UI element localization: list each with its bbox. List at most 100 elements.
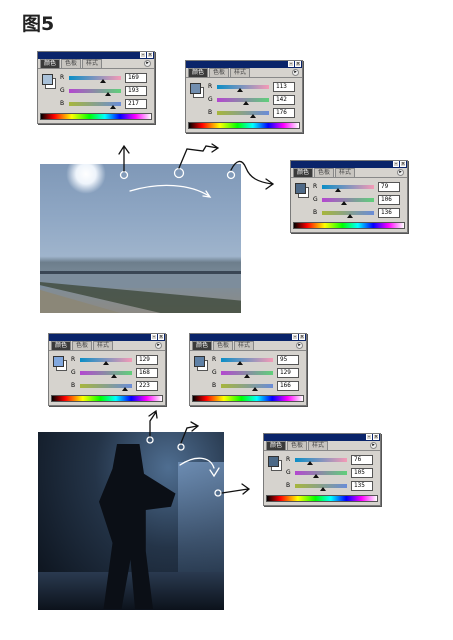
tab-swatches[interactable]: 色板 [72, 341, 93, 350]
color-panel[interactable]: – × 颜色 色板 样式 ▸ R 79 G 106 B 136 [290, 160, 408, 233]
foreground-swatch[interactable] [190, 83, 201, 94]
channel-slider-g[interactable] [322, 198, 374, 202]
close-icon[interactable]: × [295, 61, 301, 67]
color-panel[interactable]: – × 颜色 色板 样式 ▸ R 76 G 105 B 135 [263, 433, 381, 506]
panel-menu-icon[interactable]: ▸ [292, 69, 299, 76]
channel-slider-b[interactable] [221, 384, 273, 388]
slider-thumb-g[interactable] [111, 374, 117, 378]
panel-titlebar[interactable]: – × [190, 334, 306, 341]
slider-thumb-b[interactable] [250, 114, 256, 118]
slider-thumb-r[interactable] [335, 188, 341, 192]
minimize-icon[interactable]: – [366, 434, 372, 440]
channel-slider-g[interactable] [69, 89, 121, 93]
foreground-swatch[interactable] [53, 356, 64, 367]
channel-slider-r[interactable] [69, 76, 121, 80]
slider-thumb-g[interactable] [313, 474, 319, 478]
panel-titlebar[interactable]: – × [49, 334, 165, 341]
channel-value-g[interactable]: 193 [125, 86, 147, 96]
channel-slider-g[interactable] [80, 371, 132, 375]
tab-swatches[interactable]: 色板 [209, 68, 230, 77]
channel-value-r[interactable]: 95 [277, 355, 299, 365]
channel-value-r[interactable]: 113 [273, 82, 295, 92]
channel-value-b[interactable]: 223 [136, 381, 158, 391]
panel-titlebar[interactable]: – × [186, 61, 302, 68]
color-spectrum-bar[interactable] [293, 222, 405, 229]
close-icon[interactable]: × [373, 434, 379, 440]
foreground-swatch[interactable] [194, 356, 205, 367]
color-panel[interactable]: – × 颜色 色板 样式 ▸ R 169 G 193 B 217 [37, 51, 155, 124]
channel-slider-b[interactable] [217, 111, 269, 115]
slider-thumb-b[interactable] [347, 214, 353, 218]
channel-value-b[interactable]: 135 [351, 481, 373, 491]
tab-color[interactable]: 颜色 [266, 441, 287, 450]
panel-titlebar[interactable]: – × [38, 52, 154, 59]
panel-titlebar[interactable]: – × [291, 161, 407, 168]
color-spectrum-bar[interactable] [192, 395, 304, 402]
channel-value-b[interactable]: 217 [125, 99, 147, 109]
minimize-icon[interactable]: – [151, 334, 157, 340]
channel-slider-g[interactable] [295, 471, 347, 475]
channel-value-g[interactable]: 106 [378, 195, 400, 205]
slider-thumb-g[interactable] [341, 201, 347, 205]
panel-menu-icon[interactable]: ▸ [296, 342, 303, 349]
tab-color[interactable]: 颜色 [293, 168, 314, 177]
close-icon[interactable]: × [158, 334, 164, 340]
slider-thumb-g[interactable] [105, 92, 111, 96]
close-icon[interactable]: × [400, 161, 406, 167]
tab-styles[interactable]: 样式 [82, 59, 103, 68]
channel-value-r[interactable]: 169 [125, 73, 147, 83]
channel-slider-r[interactable] [295, 458, 347, 462]
panel-menu-icon[interactable]: ▸ [144, 60, 151, 67]
color-spectrum-bar[interactable] [51, 395, 163, 402]
close-icon[interactable]: × [299, 334, 305, 340]
tab-styles[interactable]: 样式 [308, 441, 329, 450]
color-spectrum-bar[interactable] [266, 495, 378, 502]
channel-value-b[interactable]: 176 [273, 108, 295, 118]
slider-thumb-g[interactable] [244, 374, 250, 378]
panel-menu-icon[interactable]: ▸ [370, 442, 377, 449]
channel-value-b[interactable]: 136 [378, 208, 400, 218]
slider-thumb-r[interactable] [237, 88, 243, 92]
tab-color[interactable]: 颜色 [40, 59, 61, 68]
panel-menu-icon[interactable]: ▸ [155, 342, 162, 349]
channel-value-r[interactable]: 76 [351, 455, 373, 465]
foreground-swatch[interactable] [42, 74, 53, 85]
tab-color[interactable]: 颜色 [192, 341, 213, 350]
slider-thumb-r[interactable] [237, 361, 243, 365]
tab-color[interactable]: 颜色 [188, 68, 209, 77]
slider-thumb-b[interactable] [252, 387, 258, 391]
tab-swatches[interactable]: 色板 [314, 168, 335, 177]
slider-thumb-b[interactable] [122, 387, 128, 391]
tab-swatches[interactable]: 色板 [61, 59, 82, 68]
channel-slider-r[interactable] [322, 185, 374, 189]
color-spectrum-bar[interactable] [40, 113, 152, 120]
color-panel[interactable]: – × 颜色 色板 样式 ▸ R 95 G 129 B 166 [189, 333, 307, 406]
channel-value-g[interactable]: 168 [136, 368, 158, 378]
slider-thumb-b[interactable] [110, 105, 116, 109]
channel-value-g[interactable]: 129 [277, 368, 299, 378]
slider-thumb-r[interactable] [100, 79, 106, 83]
slider-thumb-g[interactable] [243, 101, 249, 105]
channel-value-r[interactable]: 129 [136, 355, 158, 365]
channel-value-g[interactable]: 105 [351, 468, 373, 478]
slider-thumb-r[interactable] [103, 361, 109, 365]
minimize-icon[interactable]: – [288, 61, 294, 67]
panel-menu-icon[interactable]: ▸ [397, 169, 404, 176]
tab-styles[interactable]: 样式 [335, 168, 356, 177]
channel-value-b[interactable]: 166 [277, 381, 299, 391]
foreground-swatch[interactable] [268, 456, 279, 467]
tab-styles[interactable]: 样式 [230, 68, 251, 77]
tab-styles[interactable]: 样式 [234, 341, 255, 350]
color-panel[interactable]: – × 颜色 色板 样式 ▸ R 113 G 142 B 176 [185, 60, 303, 133]
tab-swatches[interactable]: 色板 [213, 341, 234, 350]
minimize-icon[interactable]: – [393, 161, 399, 167]
tab-color[interactable]: 颜色 [51, 341, 72, 350]
color-spectrum-bar[interactable] [188, 122, 300, 129]
color-panel[interactable]: – × 颜色 色板 样式 ▸ R 129 G 168 B 223 [48, 333, 166, 406]
channel-value-r[interactable]: 79 [378, 182, 400, 192]
minimize-icon[interactable]: – [140, 52, 146, 58]
slider-thumb-r[interactable] [307, 461, 313, 465]
slider-thumb-b[interactable] [320, 487, 326, 491]
panel-titlebar[interactable]: – × [264, 434, 380, 441]
channel-slider-r[interactable] [221, 358, 273, 362]
